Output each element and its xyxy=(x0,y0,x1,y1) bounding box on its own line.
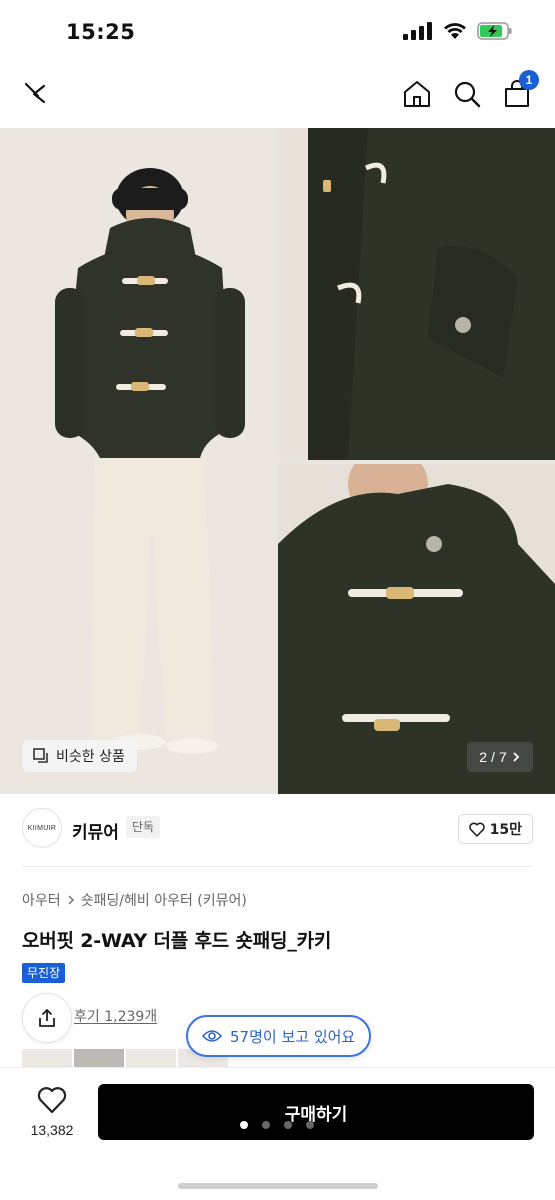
product-title: 오버핏 2-WAY 더플 후드 숏패딩_카키 xyxy=(22,930,332,952)
nav-bar: 1 xyxy=(0,68,555,128)
chevron-right-icon xyxy=(68,895,74,905)
similar-products-label: 비슷한 상품 xyxy=(56,749,125,765)
status-bar: 15:25 xyxy=(0,0,555,68)
carousel-dot xyxy=(284,1121,292,1129)
cart-badge: 1 xyxy=(519,70,539,90)
viewers-text: 57명이 보고 있어요 xyxy=(230,1027,356,1046)
nav-actions: 1 xyxy=(401,70,539,110)
viewers-indicator[interactable]: 57명이 보고 있어요 xyxy=(186,1015,372,1057)
carousel-dot xyxy=(240,1121,248,1129)
back-icon[interactable] xyxy=(18,76,54,112)
page-separator: / xyxy=(491,749,495,765)
review-thumbnail[interactable] xyxy=(74,1049,124,1067)
heart-icon xyxy=(468,822,485,837)
wifi-icon xyxy=(444,23,466,39)
product-photo-detail-pocket[interactable] xyxy=(278,128,555,460)
review-thumbnail[interactable] xyxy=(22,1049,72,1067)
bottom-action-bar: 13,382 구매하기 xyxy=(0,1067,555,1200)
divider xyxy=(22,866,533,867)
share-icon xyxy=(39,1008,55,1027)
carousel-dots xyxy=(240,1121,314,1129)
wishlist-button[interactable]: 13,382 xyxy=(22,1086,82,1138)
similar-items-icon xyxy=(33,748,48,763)
page-current: 2 xyxy=(479,749,488,765)
brand-like-button[interactable]: 15만 xyxy=(457,814,533,844)
status-icons xyxy=(403,22,513,40)
home-indicator xyxy=(178,1183,378,1189)
carousel-dot xyxy=(262,1121,270,1129)
product-gallery[interactable] xyxy=(0,128,555,794)
cart-button[interactable]: 1 xyxy=(501,70,539,110)
review-link[interactable]: 후기 1,239개 xyxy=(74,1006,157,1026)
review-thumbnail[interactable] xyxy=(126,1049,176,1067)
battery-charging-icon xyxy=(477,22,512,40)
gallery-page-counter[interactable]: 2 / 7 xyxy=(467,742,533,772)
breadcrumb-item-category[interactable]: 숏패딩/헤비 아우터 (키뮤어) xyxy=(81,890,247,910)
shipping-badge: 무진장 xyxy=(22,963,66,983)
status-time: 15:25 xyxy=(66,20,136,44)
page-total: 7 xyxy=(498,749,507,765)
similar-products-button[interactable]: 비슷한 상품 xyxy=(22,740,137,772)
brand-like-count: 15만 xyxy=(489,822,522,838)
product-photo-model[interactable] xyxy=(0,128,274,794)
share-button[interactable] xyxy=(22,993,72,1043)
chevron-right-icon xyxy=(513,752,520,762)
wishlist-count: 13,382 xyxy=(30,1122,74,1138)
carousel-dot xyxy=(306,1121,314,1129)
breadcrumb-item-outer[interactable]: 아우터 xyxy=(22,890,61,910)
eye-icon xyxy=(202,1030,222,1042)
breadcrumb: 아우터 숏패딩/헤비 아우터 (키뮤어) xyxy=(22,890,247,910)
brand-name[interactable]: 키뮤어 xyxy=(72,818,119,843)
home-icon[interactable] xyxy=(401,78,433,110)
pocket-detail-illustration xyxy=(278,128,555,460)
heart-icon xyxy=(37,1087,67,1114)
brand-row: KIIMUIR 키뮤어 단독 15만 xyxy=(0,794,555,866)
signal-icon xyxy=(403,22,432,40)
brand-logo-text: KIIMUIR xyxy=(27,824,57,832)
buy-button[interactable]: 구매하기 xyxy=(98,1084,534,1140)
brand-logo[interactable]: KIIMUIR xyxy=(22,808,62,848)
exclusive-tag: 단독 xyxy=(126,816,161,838)
search-icon[interactable] xyxy=(451,78,483,110)
model-illustration xyxy=(0,128,274,794)
